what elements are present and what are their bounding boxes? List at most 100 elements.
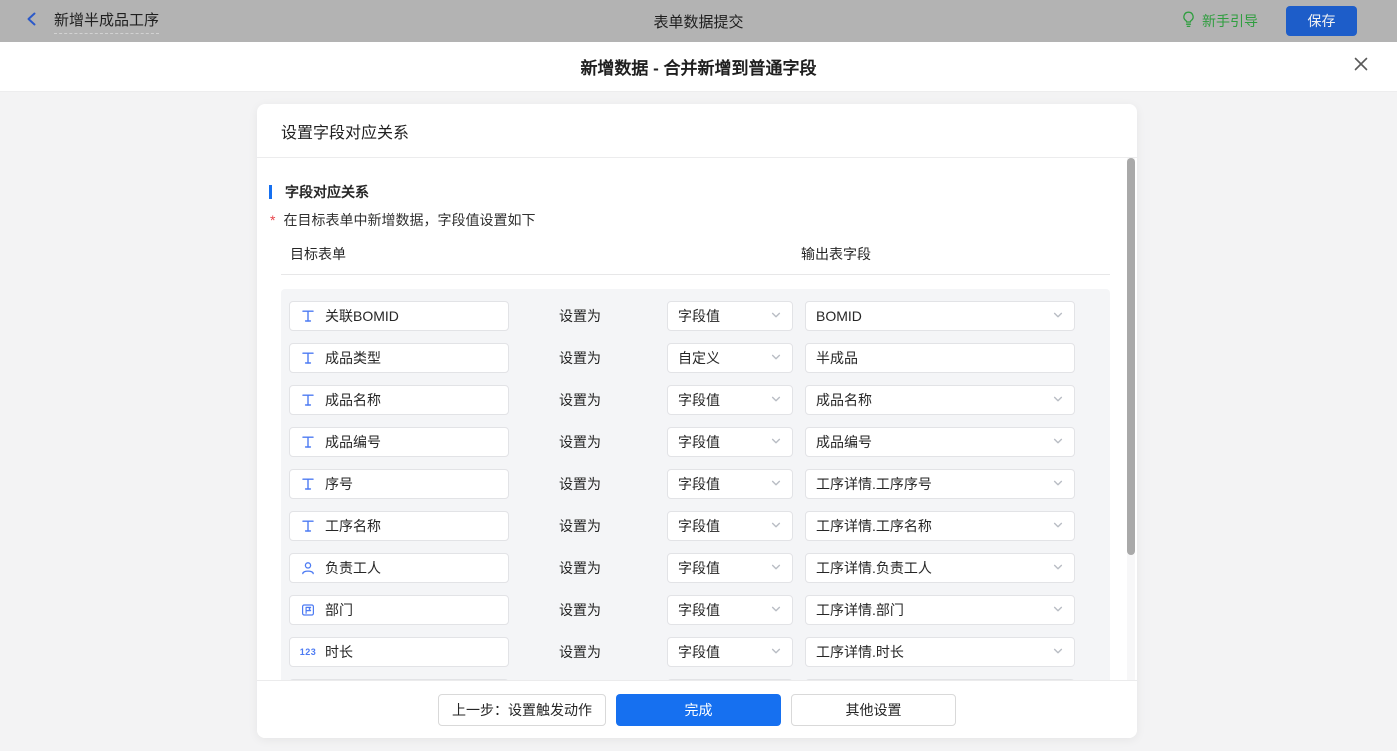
other-settings-button[interactable]: 其他设置 xyxy=(791,693,956,726)
field-mapping-row: 123 序号 设置为 字段值 工序详情.工序序号 xyxy=(289,469,1102,499)
set-as-label: 设置为 xyxy=(559,476,601,492)
required-asterisk: * xyxy=(270,212,276,228)
chevron-down-icon xyxy=(1052,476,1064,492)
text-field-icon xyxy=(300,393,316,407)
output-field-select[interactable]: 工序详情.工序序号 xyxy=(805,469,1075,499)
close-button[interactable] xyxy=(1349,55,1373,79)
finish-button[interactable]: 完成 xyxy=(616,693,781,726)
target-field-box: 123 成品名称 xyxy=(289,385,509,415)
mode-value: 字段值 xyxy=(678,644,720,660)
output-field-select[interactable]: 工序详情.负责工人 xyxy=(805,553,1075,583)
target-field-box: 123 负责工人 xyxy=(289,553,509,583)
chevron-down-icon xyxy=(770,350,782,366)
output-value: 成品编号 xyxy=(816,434,872,450)
chevron-down-icon xyxy=(770,560,782,576)
column-headers: 目标表单 输出表字段 xyxy=(281,244,1110,275)
chevron-down-icon xyxy=(770,308,782,324)
output-field-select[interactable]: BOMID xyxy=(805,301,1075,331)
set-as-label: 设置为 xyxy=(559,602,601,618)
value-mode-select[interactable]: 字段值 xyxy=(667,385,793,415)
user-field-icon xyxy=(300,561,316,575)
mode-value: 字段值 xyxy=(678,392,720,408)
value-mode-select[interactable]: 字段值 xyxy=(667,595,793,625)
field-label: 成品名称 xyxy=(325,392,381,408)
field-mapping-row: 123 成品编号 设置为 字段值 成品编号 xyxy=(289,427,1102,457)
output-value: 成品名称 xyxy=(816,392,872,408)
value-mode-select[interactable]: 字段值 xyxy=(667,427,793,457)
chevron-down-icon xyxy=(1052,308,1064,324)
section-title-text: 字段对应关系 xyxy=(285,184,369,200)
field-label: 负责工人 xyxy=(325,560,381,576)
back-button[interactable] xyxy=(24,11,40,32)
output-value: 工序详情.时长 xyxy=(816,644,904,660)
chevron-down-icon xyxy=(770,476,782,492)
output-value: 工序详情.负责工人 xyxy=(816,560,932,576)
value-mode-select[interactable]: 字段值 xyxy=(667,637,793,667)
output-field-select[interactable] xyxy=(805,679,1075,680)
set-as-label: 设置为 xyxy=(559,392,601,408)
card-header-title: 设置字段对应关系 xyxy=(281,124,410,142)
field-mapping-row: 123 成品名称 设置为 字段值 成品名称 xyxy=(289,385,1102,415)
output-field-select[interactable]: 工序详情.部门 xyxy=(805,595,1075,625)
chevron-down-icon xyxy=(1052,602,1064,618)
card-footer: 上一步：设置触发动作 完成 其他设置 xyxy=(257,680,1137,738)
beginner-guide-link[interactable]: 新手引导 xyxy=(1181,11,1258,31)
field-mapping-row: 123 关联BOMID 设置为 字段值 BOMID xyxy=(289,301,1102,331)
field-mapping-row: 123 负责工人 设置为 字段值 工序详情.负责工人 xyxy=(289,553,1102,583)
output-field-select[interactable]: 工序详情.工序名称 xyxy=(805,511,1075,541)
back-chevron-icon xyxy=(24,11,40,32)
field-mapping-row: 123 部门 设置为 字段值 工序详情.部门 xyxy=(289,595,1102,625)
output-field-select[interactable]: 半成品 xyxy=(805,343,1075,373)
field-label: 工序名称 xyxy=(325,518,381,534)
field-mapping-row: 123 时长 设置为 字段值 工序详情.时长 xyxy=(289,637,1102,667)
value-mode-select[interactable]: 自定义 xyxy=(667,343,793,373)
scrollbar-track[interactable] xyxy=(1127,158,1135,680)
mode-value: 字段值 xyxy=(678,602,720,618)
set-as-label: 设置为 xyxy=(559,350,601,366)
chevron-down-icon xyxy=(1052,518,1064,534)
output-value: BOMID xyxy=(816,308,862,324)
set-as-label: 设置为 xyxy=(559,644,601,660)
chevron-down-icon xyxy=(770,644,782,660)
column-header-target-form: 目标表单 xyxy=(290,246,346,262)
top-bar: 新增半成品工序 表单数据提交 新手引导 保存 xyxy=(0,0,1397,42)
output-value: 半成品 xyxy=(816,350,858,366)
chevron-down-icon xyxy=(770,518,782,534)
value-mode-select[interactable]: 字段值 xyxy=(667,511,793,541)
workflow-title[interactable]: 新增半成品工序 xyxy=(54,9,160,34)
save-button[interactable]: 保存 xyxy=(1286,6,1357,36)
section-accent-bar xyxy=(269,185,272,199)
target-field-box: 123 xyxy=(289,679,509,680)
value-mode-select[interactable] xyxy=(667,679,793,680)
value-mode-select[interactable]: 字段值 xyxy=(667,301,793,331)
value-mode-select[interactable]: 字段值 xyxy=(667,553,793,583)
lightbulb-icon xyxy=(1181,11,1196,31)
target-field-box: 123 成品编号 xyxy=(289,427,509,457)
previous-step-button[interactable]: 上一步：设置触发动作 xyxy=(438,693,606,726)
target-field-box: 123 成品类型 xyxy=(289,343,509,373)
page-title: 表单数据提交 xyxy=(653,13,744,31)
modal-title: 新增数据 - 合并新增到普通字段 xyxy=(580,59,817,78)
section-title: 字段对应关系 xyxy=(269,184,1137,200)
set-as-label: 设置为 xyxy=(559,560,601,576)
field-mapping-panel: 123 关联BOMID 设置为 字段值 BOMID xyxy=(281,289,1110,680)
value-mode-select[interactable]: 字段值 xyxy=(667,469,793,499)
scrollbar-thumb[interactable] xyxy=(1127,158,1135,555)
set-as-label: 设置为 xyxy=(559,518,601,534)
number-field-icon: 123 xyxy=(299,647,317,657)
output-field-select[interactable]: 成品名称 xyxy=(805,385,1075,415)
screen: 新增半成品工序 表单数据提交 新手引导 保存 新增数据 - 合并新增到普通字段 … xyxy=(0,0,1397,751)
set-as-label: 设置为 xyxy=(559,434,601,450)
chevron-down-icon xyxy=(770,602,782,618)
card-header: 设置字段对应关系 xyxy=(257,104,1137,158)
settings-card: 设置字段对应关系 字段对应关系 * 在目标表单中新增数据，字段值设置如下 目标表… xyxy=(257,104,1137,738)
mode-value: 自定义 xyxy=(678,350,720,366)
field-mapping-row: 123 工序名称 设置为 字段值 工序详情.工序名称 xyxy=(289,511,1102,541)
output-field-select[interactable]: 工序详情.时长 xyxy=(805,637,1075,667)
text-field-icon xyxy=(300,435,316,449)
set-as-label: 设置为 xyxy=(559,308,601,324)
field-label: 序号 xyxy=(325,476,353,492)
target-field-box: 123 序号 xyxy=(289,469,509,499)
output-field-select[interactable]: 成品编号 xyxy=(805,427,1075,457)
target-field-box: 123 部门 xyxy=(289,595,509,625)
